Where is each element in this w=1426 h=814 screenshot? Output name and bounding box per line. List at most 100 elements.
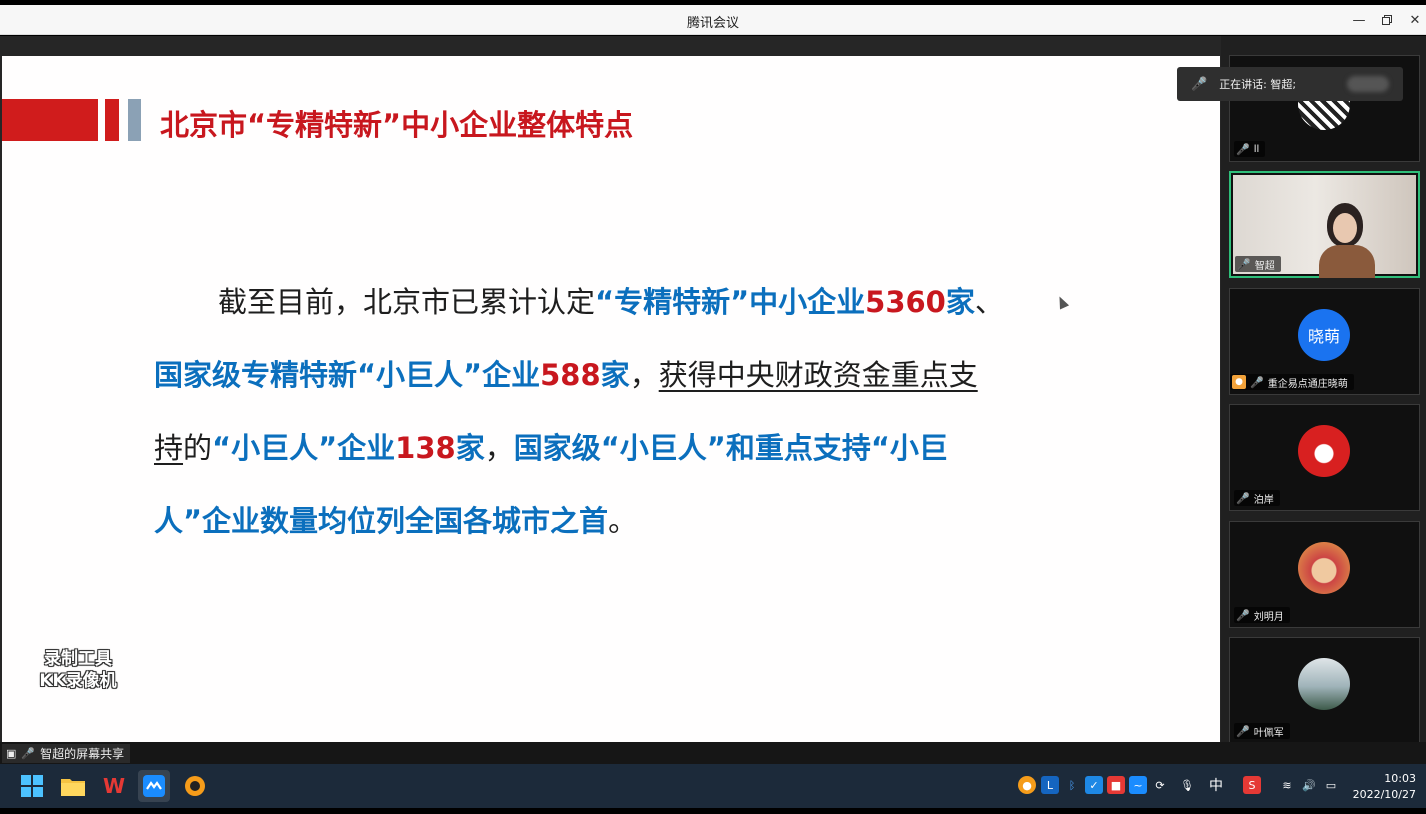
text-run: 国家级“小巨人”和重点支持“小巨 (513, 431, 948, 465)
minimize-icon: — (1352, 12, 1366, 28)
close-icon: ✕ (1409, 12, 1421, 28)
muted-mic-icon: 🎤 (1236, 724, 1250, 738)
text-run: 、 (974, 285, 1004, 319)
participant-avatar (1298, 658, 1350, 710)
participant-avatar (1298, 425, 1350, 477)
clock-time: 10:03 (1384, 772, 1416, 785)
screen: 腾讯会议 — ✕ 北京市“专精特新”中小企业整体特点 截至目前，北京市已累计认定… (0, 0, 1426, 814)
presentation-slide: 北京市“专精特新”中小企业整体特点 截至目前，北京市已累计认定“专精特新”中小企… (2, 56, 1220, 742)
participant-name: 刘明月 (1253, 611, 1284, 623)
bottom-edge (0, 808, 1426, 814)
volume-icon[interactable]: 🔊 (1300, 776, 1318, 794)
sync-icon[interactable]: ⟳ (1151, 776, 1169, 794)
start-button[interactable] (16, 770, 48, 802)
clock-date: 2022/10/27 (1352, 788, 1416, 801)
folder-icon (61, 779, 85, 796)
window-title: 腾讯会议 (686, 16, 739, 31)
watermark-line: 录制工具 (44, 649, 112, 669)
system-clock[interactable]: 10:03 2022/10/27 (1353, 771, 1416, 803)
muted-mic-icon: 🎤 (1250, 375, 1264, 389)
participant-namebar: 🎤 刘明月 (1234, 607, 1290, 623)
recorder-tray-icon[interactable]: ● (1018, 776, 1036, 794)
share-label-text: 智超的屏幕共享 (40, 747, 125, 761)
screen-share-icon: ▣ (6, 747, 17, 760)
minimize-button[interactable]: — (1348, 10, 1370, 30)
antivirus-tray-icon[interactable]: ■ (1107, 776, 1125, 794)
video-person-body (1319, 245, 1375, 278)
text-run: 的 (183, 431, 213, 465)
participant-tile[interactable]: 晓萌 ● 🎤 重企易点通庄晓萌 (1229, 288, 1420, 395)
participant-namebar: ● 🎤 重企易点通庄晓萌 (1230, 374, 1354, 390)
text-run: 家 (945, 285, 975, 319)
restore-button[interactable] (1376, 10, 1398, 30)
recorder-app-button[interactable] (179, 770, 211, 802)
tencent-meeting-taskbar-button[interactable] (138, 770, 170, 802)
slide-line: 截至目前，北京市已累计认定“专精特新”中小企业5360家、 (154, 266, 1044, 339)
active-mic-icon: 🎤 (1237, 257, 1251, 271)
participant-namebar: 🎤 泊岸 (1234, 490, 1280, 506)
blurred-avatar (1347, 76, 1389, 92)
slide-line: 持的“小巨人”企业138家，国家级“小巨人”和重点支持“小巨 (154, 412, 1044, 485)
bluetooth-icon[interactable]: ᛒ (1063, 776, 1081, 794)
participant-avatar (1298, 542, 1350, 594)
close-button[interactable]: ✕ (1404, 10, 1426, 30)
sogou-ime-icon[interactable]: S (1243, 776, 1261, 794)
screen-share-label[interactable]: ▣ 🎤 智超的屏幕共享 (2, 744, 131, 763)
speaking-text: 正在讲话: 智超; (1219, 78, 1297, 91)
speaking-indicator: 🎤 正在讲话: 智超; (1177, 67, 1403, 101)
slide-title: 北京市“专精特新”中小企业整体特点 (160, 108, 634, 142)
tencent-meeting-tray-icon[interactable]: ~ (1129, 776, 1147, 794)
microphone-icon[interactable]: 🎙 (1178, 776, 1196, 794)
video-person-face (1333, 213, 1357, 243)
participant-tile[interactable]: 🎤 泊岸 (1229, 404, 1420, 511)
text-run: 。 (608, 504, 638, 538)
participant-name: 叶佩军 (1253, 727, 1284, 739)
recorder-app-icon (185, 776, 205, 796)
active-mic-icon: 🎤 (21, 747, 36, 760)
input-method-indicator[interactable]: 中 (1207, 776, 1225, 794)
shield-icon[interactable]: ✓ (1085, 776, 1103, 794)
text-run: 截至目前，北京市已累计认定 (218, 285, 596, 319)
participant-namebar: 🎤 叶佩军 (1234, 723, 1290, 739)
participant-tile-active[interactable]: 🎤 智超 (1229, 171, 1420, 278)
participant-name: 泊岸 (1253, 494, 1274, 506)
text-run: 国家级专精特新“小巨人”企业 (154, 358, 541, 392)
participant-name: 重企易点通庄晓萌 (1267, 378, 1348, 390)
text-run: 获得中央财政资金重点支 (658, 358, 978, 392)
muted-mic-icon: 🎤 (1236, 608, 1250, 622)
wps-office-button[interactable]: W (98, 770, 130, 802)
shared-screen-area: 北京市“专精特新”中小企业整体特点 截至目前，北京市已累计认定“专精特新”中小企… (0, 36, 1221, 742)
participant-tile[interactable]: 🎤 叶佩军 (1229, 637, 1420, 744)
text-run: 家 (600, 358, 630, 392)
windows-taskbar: W ● L ᛒ ✓ ■ ~ ⟳ 🎙 中 S ≋ 🔊 ▭ 10:03 2022/1… (0, 764, 1426, 808)
watermark-line: KK录像机 (39, 671, 117, 691)
text-run: ， (629, 358, 659, 392)
text-run: 家 (455, 431, 485, 465)
recorder-watermark: 录制工具 KK录像机 (24, 648, 132, 692)
text-run: “小巨人”企业 (212, 431, 396, 465)
participant-name: ll (1253, 143, 1260, 155)
text-run: ， (484, 431, 514, 465)
slide-line: 人”企业数量均位列全国各城市之首。 (154, 485, 1044, 558)
organization-icon: ● (1232, 375, 1246, 389)
text-run: 持 (154, 431, 184, 465)
text-run: “专精特新”中小企业 (595, 285, 866, 319)
security-tray-icon[interactable]: L (1041, 776, 1059, 794)
battery-icon[interactable]: ▭ (1322, 776, 1340, 794)
slide-body: 截至目前，北京市已累计认定“专精特新”中小企业5360家、 国家级专精特新“小巨… (154, 266, 1044, 558)
tencent-meeting-icon (143, 775, 165, 797)
file-explorer-button[interactable] (57, 770, 89, 802)
participant-name: 智超 (1254, 260, 1275, 272)
muted-mic-icon: 🎤 (1236, 491, 1250, 505)
participant-tile[interactable]: 🎤 刘明月 (1229, 521, 1420, 628)
title-decoration-bar (2, 99, 98, 141)
participant-avatar: 晓萌 (1298, 309, 1350, 361)
wifi-icon[interactable]: ≋ (1278, 776, 1296, 794)
title-decoration-bar (105, 99, 119, 141)
windows-logo-icon (21, 775, 43, 797)
muted-mic-icon: 🎤 (1191, 76, 1208, 92)
text-run: 588 (540, 358, 601, 392)
text-run: 人”企业数量均位列全国各城市之首 (154, 504, 609, 538)
participant-namebar: 🎤 智超 (1235, 256, 1281, 272)
restore-icon (1382, 15, 1392, 25)
